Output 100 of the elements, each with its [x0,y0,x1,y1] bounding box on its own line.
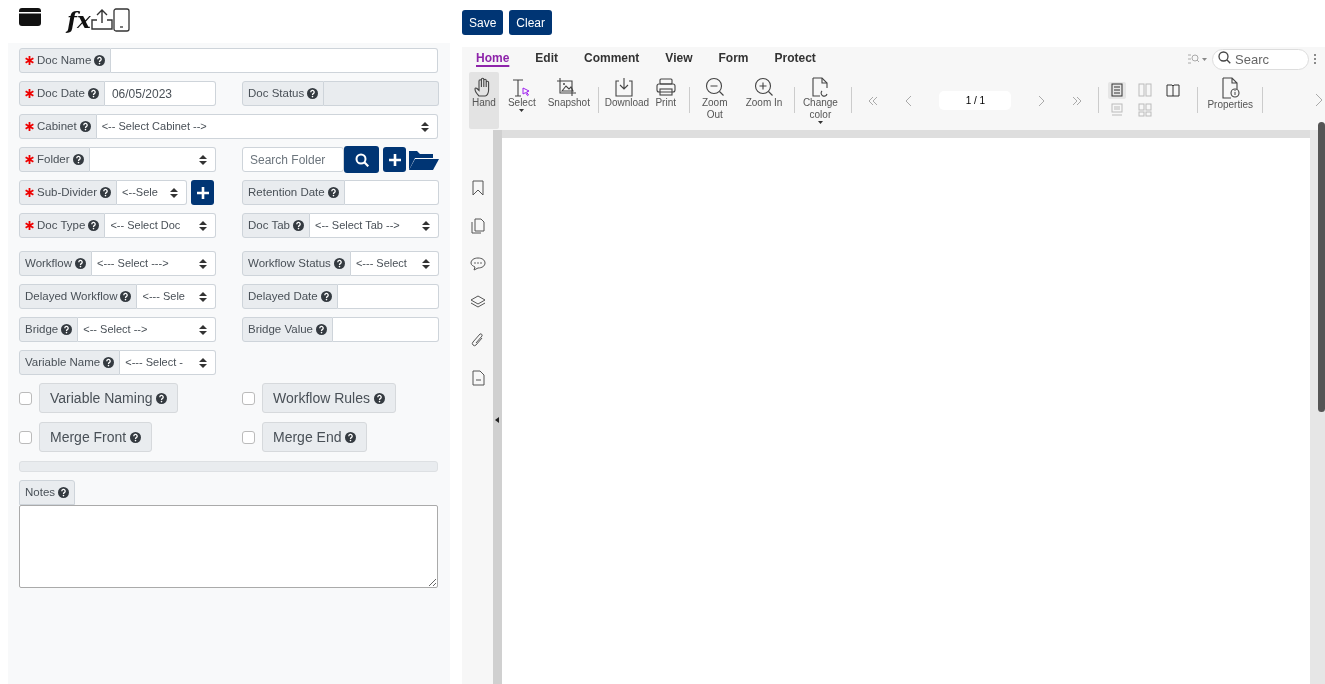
field-label: Sub-Divider [37,184,98,200]
input-field[interactable] [324,81,439,106]
input-field[interactable] [337,284,439,309]
field-label: Doc Type [37,217,86,233]
help-icon [100,187,112,198]
add-button[interactable] [383,147,406,172]
tab[interactable]: Comment [584,47,640,70]
required-icon [25,89,34,98]
formula-icon: fx [67,8,91,32]
required-icon [25,122,34,131]
help-icon [120,291,132,302]
help-icon [320,291,332,302]
input-field[interactable]: 06/05/2023 [104,81,216,106]
select-field[interactable]: <-- Select --> [78,317,216,342]
printer-icon [654,76,677,97]
comment-icon[interactable] [469,256,486,272]
plus-icon [388,153,401,166]
view-mode-button[interactable] [1164,81,1183,99]
tool-button[interactable]: Zoom Out [692,71,737,129]
notes-field[interactable] [19,505,438,589]
help-icon [79,121,91,132]
tab[interactable]: Form [718,47,749,70]
select-field[interactable]: <-- Select Tab --> [310,213,439,238]
select-field[interactable]: <-- Select Doc [105,213,216,238]
caret-icon [519,108,525,112]
field-label: Bridge [25,321,59,337]
add-button[interactable] [191,180,215,205]
more-tools-icon[interactable] [1315,93,1323,107]
paperclip-icon[interactable] [470,332,485,348]
plus-icon [196,186,209,199]
view-mode-button[interactable] [1108,81,1127,99]
input-field[interactable] [111,48,438,73]
required-icon [25,188,34,197]
tool-button[interactable]: Select [504,71,539,129]
select-field[interactable]: <--- Select - [120,350,216,375]
select-field[interactable]: <--Sele [117,180,188,205]
bookmark-icon[interactable] [470,180,485,196]
tool-button[interactable]: Hand [469,71,499,129]
checkbox[interactable] [242,391,255,405]
search-options-icon[interactable] [1188,52,1208,65]
search-button[interactable] [344,146,380,173]
action-button[interactable]: Save [462,10,504,35]
file-icon[interactable] [470,370,485,386]
select-field[interactable]: <--- Select ---> [92,251,216,276]
input-field[interactable] [333,317,439,342]
help-icon [316,324,327,335]
image-crop-icon [555,76,578,97]
search-field[interactable]: Search Folder [242,147,344,172]
first-page-icon [867,94,880,107]
tool-button[interactable]: Zoom In [742,71,786,129]
field-label: Workflow [25,255,73,271]
pages-icon[interactable] [470,218,485,234]
help-icon [327,187,339,198]
input-field[interactable] [344,180,439,205]
field-label: Variable Name [25,354,101,370]
zoom-out-icon [703,76,726,97]
option-button[interactable]: Merge Front [39,422,153,452]
field-label: Bridge Value [248,321,313,337]
more-icon[interactable] [1313,52,1317,65]
layers-icon[interactable] [469,294,486,310]
field-label: Delayed Date [248,288,318,304]
help-icon [130,431,142,443]
tab[interactable]: View [665,47,693,70]
help-icon [374,392,385,404]
last-page-icon [1071,94,1084,107]
properties-button[interactable]: Properties [1204,71,1256,129]
page-layout-icon [1138,83,1153,97]
help-icon [103,357,115,368]
option-button[interactable]: Workflow Rules [262,383,396,413]
required-icon [25,155,34,164]
help-icon [307,88,319,99]
select-field[interactable] [89,147,216,172]
option-button[interactable]: Variable Naming [39,383,179,413]
caret-icon [817,120,823,124]
scrollbar-thumb[interactable] [1318,122,1325,412]
tab[interactable]: Edit [535,47,558,70]
help-icon [87,88,99,99]
checkbox[interactable] [242,430,255,444]
checkbox[interactable] [19,430,32,444]
tab[interactable]: Protect [774,47,816,70]
field-label: Retention Date [248,184,325,200]
action-button[interactable]: Clear [509,10,553,35]
search-field[interactable]: Searc [1212,48,1309,70]
help-icon [58,487,70,499]
checkbox[interactable] [19,391,32,405]
select-field[interactable]: <-- Select Cabinet --> [96,114,438,139]
tool-button[interactable]: Change color [798,71,843,129]
field-label: Cabinet [37,118,77,134]
collapse-icon[interactable] [495,417,499,423]
help-icon [94,55,106,66]
page-field[interactable]: 1 / 1 [939,90,1012,110]
field-label: Doc Date [37,85,85,101]
tool-button[interactable]: Print [651,71,680,129]
window-icon [19,8,41,26]
field-label: Folder [37,151,70,167]
select-field[interactable]: <--- Select [350,251,439,276]
tab[interactable]: Home [476,47,510,70]
select-field[interactable]: <--- Sele [137,284,216,309]
option-button[interactable]: Merge End [262,422,368,452]
tool-button[interactable]: Snapshot [544,71,589,129]
